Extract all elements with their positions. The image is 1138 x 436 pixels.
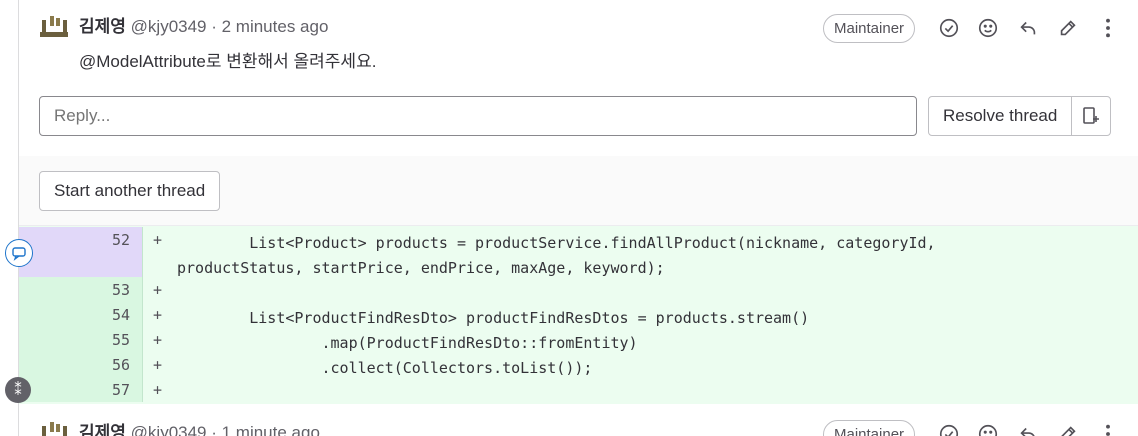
discussion-note-next: 김제영 @kjy0349 · 1 minute ago Maintainer — [19, 404, 1138, 436]
author-name[interactable]: 김제영 — [79, 423, 126, 436]
line-number: 53 — [111, 281, 130, 299]
author-meta: @kjy0349 · 1 minute ago — [130, 423, 320, 436]
diff-line: 55 + .map(ProductFindResDto::fromEntity) — [19, 327, 1138, 352]
line-number: 55 — [111, 331, 130, 349]
resolve-icon[interactable] — [937, 422, 961, 436]
line-number: 52 — [111, 231, 130, 249]
line-number-gutter[interactable]: 55 — [19, 327, 143, 352]
add-comment-icon[interactable] — [5, 239, 33, 267]
start-another-thread-button[interactable]: Start another thread — [39, 171, 221, 211]
diff-line: 57 + — [19, 377, 1138, 402]
resolve-button-group: Resolve thread — [928, 96, 1112, 136]
added-marker: + — [153, 381, 163, 399]
resolve-thread-button[interactable]: Resolve thread — [929, 97, 1073, 135]
emoji-icon[interactable] — [976, 16, 1000, 40]
diff-line: 54 + List<ProductFindResDto> productFindR… — [19, 302, 1138, 327]
thread-footer: Start another thread — [19, 156, 1138, 226]
note-author: 김제영 @kjy0349 · 2 minutes ago — [79, 16, 328, 38]
edit-icon[interactable] — [1056, 16, 1080, 40]
author-meta: @kjy0349 · 2 minutes ago — [130, 17, 329, 36]
line-number-gutter[interactable]: 57 — [19, 377, 143, 402]
emoji-icon[interactable] — [976, 422, 1000, 436]
line-number: 56 — [111, 356, 130, 374]
added-marker: + — [153, 356, 163, 374]
more-icon[interactable] — [1096, 16, 1120, 40]
line-number-gutter[interactable] — [19, 252, 143, 277]
resolve-icon[interactable] — [937, 16, 961, 40]
avatar[interactable] — [39, 420, 69, 436]
line-number-gutter[interactable]: 53 — [19, 277, 143, 302]
diff-lines: 52 + List<Product> products = productServ… — [19, 226, 1138, 404]
reply-input[interactable] — [39, 96, 917, 136]
diff-line: productStatus, startPrice, endPrice, max… — [19, 252, 1138, 277]
role-badge: Maintainer — [823, 14, 916, 43]
added-marker: + — [153, 281, 163, 299]
diff-line: 56 + .collect(Collectors.toList()); — [19, 352, 1138, 377]
author-name[interactable]: 김제영 — [79, 17, 126, 36]
diff-line: 52 + List<Product> products = productServ… — [19, 227, 1138, 252]
reply-icon[interactable] — [1016, 16, 1040, 40]
added-marker: + — [153, 331, 163, 349]
note-author: 김제영 @kjy0349 · 1 minute ago — [79, 422, 320, 436]
line-number-gutter[interactable]: 56 — [19, 352, 143, 377]
note-body: @ModelAttribute로 변환해서 올려주세요. — [79, 52, 377, 71]
avatar[interactable] — [39, 14, 69, 42]
added-marker: + — [153, 306, 163, 324]
diff-line: 53 + — [19, 277, 1138, 302]
added-marker: + — [153, 231, 163, 249]
reply-icon[interactable] — [1016, 422, 1040, 436]
edit-icon[interactable] — [1056, 422, 1080, 436]
create-issue-icon[interactable] — [1072, 97, 1110, 135]
line-number-gutter[interactable]: 54 — [19, 302, 143, 327]
line-number: 54 — [111, 306, 130, 324]
more-icon[interactable] — [1096, 422, 1120, 436]
role-badge: Maintainer — [823, 420, 916, 436]
line-number: 57 — [111, 381, 130, 399]
discussion-note: 김제영 @kjy0349 · 2 minutes ago Maintainer … — [19, 0, 1138, 156]
accessibility-icon[interactable]: ⁑ — [5, 377, 31, 403]
line-number-gutter[interactable]: 52 — [19, 227, 143, 252]
